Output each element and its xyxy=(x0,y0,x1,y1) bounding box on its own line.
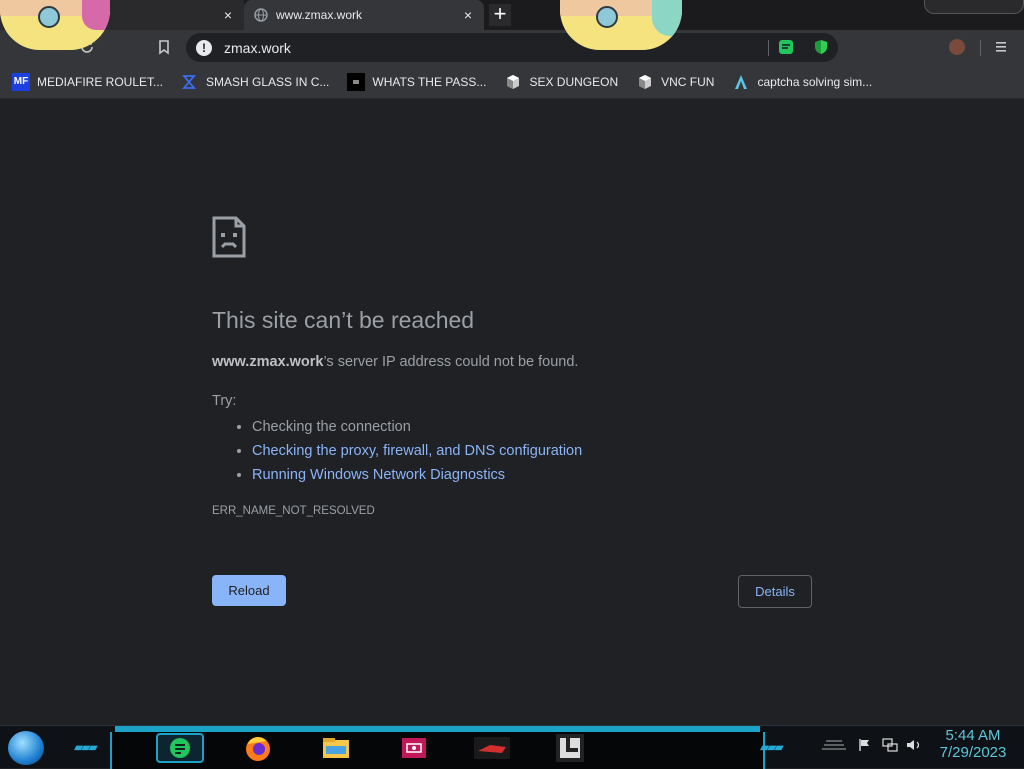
suggestion-link[interactable]: Checking the proxy, firewall, and DNS co… xyxy=(252,439,582,463)
cube-icon xyxy=(504,73,522,91)
bow-shape xyxy=(652,0,682,36)
clock-time: 5:44 AM xyxy=(945,727,1001,744)
error-desc-suffix: ’s server IP address could not be found. xyxy=(323,354,579,370)
network-icon[interactable] xyxy=(882,738,898,755)
suggestion-link[interactable]: Running Windows Network Diagnostics xyxy=(252,463,582,487)
file-explorer-icon[interactable] xyxy=(312,733,360,763)
firefox-icon[interactable] xyxy=(234,733,282,763)
error-title: This site can’t be reached xyxy=(212,307,475,333)
bookmark-label: captcha solving sim... xyxy=(757,74,873,89)
sad-document-icon xyxy=(212,216,246,258)
dark-site-icon xyxy=(347,72,366,91)
eye-shape xyxy=(38,6,60,28)
bookmark-item[interactable]: MF MEDIAFIRE ROULET... xyxy=(12,72,164,91)
anime-character-decoration xyxy=(560,0,682,50)
details-button[interactable]: Details xyxy=(738,575,812,608)
bookmark-item[interactable]: captcha solving sim... xyxy=(732,73,872,91)
error-code: ERR_NAME_NOT_RESOLVED xyxy=(212,505,375,517)
pixel-app-icon[interactable] xyxy=(546,733,594,763)
notes-app-button[interactable] xyxy=(156,733,204,763)
bookmark-item[interactable]: VNC FUN xyxy=(636,73,714,91)
globe-icon xyxy=(254,8,268,22)
bookmark-label: MEDIAFIRE ROULET... xyxy=(37,74,164,89)
divider xyxy=(980,40,981,56)
flag-icon[interactable] xyxy=(858,738,872,755)
address-bar[interactable]: ! zmax.work xyxy=(186,33,838,62)
tab-close-icon[interactable]: × xyxy=(218,5,238,25)
taskbar-stripes-icon xyxy=(822,738,846,755)
game-app-icon[interactable] xyxy=(468,733,516,763)
system-clock[interactable]: 5:44 AM 7/29/2023 xyxy=(930,727,1016,761)
screen-recorder-icon[interactable] xyxy=(390,733,438,763)
tab-strip: × www.zmax.work × + xyxy=(0,0,1024,30)
bow-shape xyxy=(82,0,110,30)
bookmarks-bar: MF MEDIAFIRE ROULET... SMASH GLASS IN C.… xyxy=(0,65,1024,99)
notes-extension-icon[interactable] xyxy=(778,39,794,55)
bookmark-label: SMASH GLASS IN C... xyxy=(206,74,330,89)
volume-icon[interactable] xyxy=(906,738,922,755)
mediafire-icon: MF xyxy=(12,72,30,91)
bookmark-label: VNC FUN xyxy=(661,74,715,89)
taskbar-decor-icon: ▰▰▰ xyxy=(74,740,98,754)
bookmark-label: WHATS THE PASS... xyxy=(372,74,487,89)
shield-extension-icon[interactable] xyxy=(813,39,829,55)
cube-icon xyxy=(636,73,654,91)
info-icon[interactable]: ! xyxy=(196,39,212,56)
tab-2[interactable]: www.zmax.work × xyxy=(244,0,484,30)
new-tab-button[interactable]: + xyxy=(489,3,511,26)
error-page: This site can’t be reached www.zmax.work… xyxy=(0,99,1024,725)
taskbar-decor-icon: ▰▰▰ xyxy=(760,740,784,754)
clock-date: 7/29/2023 xyxy=(939,744,1007,761)
bookmark-item[interactable]: SMASH GLASS IN C... xyxy=(181,73,329,91)
suggestion-item: Checking the connection xyxy=(252,415,582,439)
window-controls[interactable] xyxy=(924,0,1024,14)
profile-avatar[interactable] xyxy=(949,39,965,55)
browser-toolbar: ! zmax.work xyxy=(0,30,1024,65)
url-text[interactable]: zmax.work xyxy=(224,40,291,56)
triangle-logo-icon xyxy=(732,73,750,91)
bookmark-label: SEX DUNGEON xyxy=(529,74,619,89)
tab-close-icon[interactable]: × xyxy=(458,5,478,25)
start-button[interactable] xyxy=(8,731,44,765)
tab-title: www.zmax.work xyxy=(276,8,363,22)
reload-button[interactable]: Reload xyxy=(212,575,286,606)
bookmark-icon[interactable] xyxy=(151,34,177,60)
divider xyxy=(768,40,769,56)
error-description: www.zmax.work’s server IP address could … xyxy=(212,354,578,370)
error-host: www.zmax.work xyxy=(212,354,324,370)
bookmark-item[interactable]: SEX DUNGEON xyxy=(504,73,618,91)
try-label: Try: xyxy=(212,393,237,409)
chevron-logo-icon xyxy=(181,73,199,91)
suggestion-list: Checking the connection Checking the pro… xyxy=(232,415,582,487)
menu-icon[interactable] xyxy=(988,34,1014,60)
bookmark-item[interactable]: WHATS THE PASS... xyxy=(347,72,487,91)
taskbar: ▰▰▰ ▰▰▰ 5:44 AM 7/29/2023 xyxy=(0,725,1024,769)
eye-shape xyxy=(596,6,618,28)
